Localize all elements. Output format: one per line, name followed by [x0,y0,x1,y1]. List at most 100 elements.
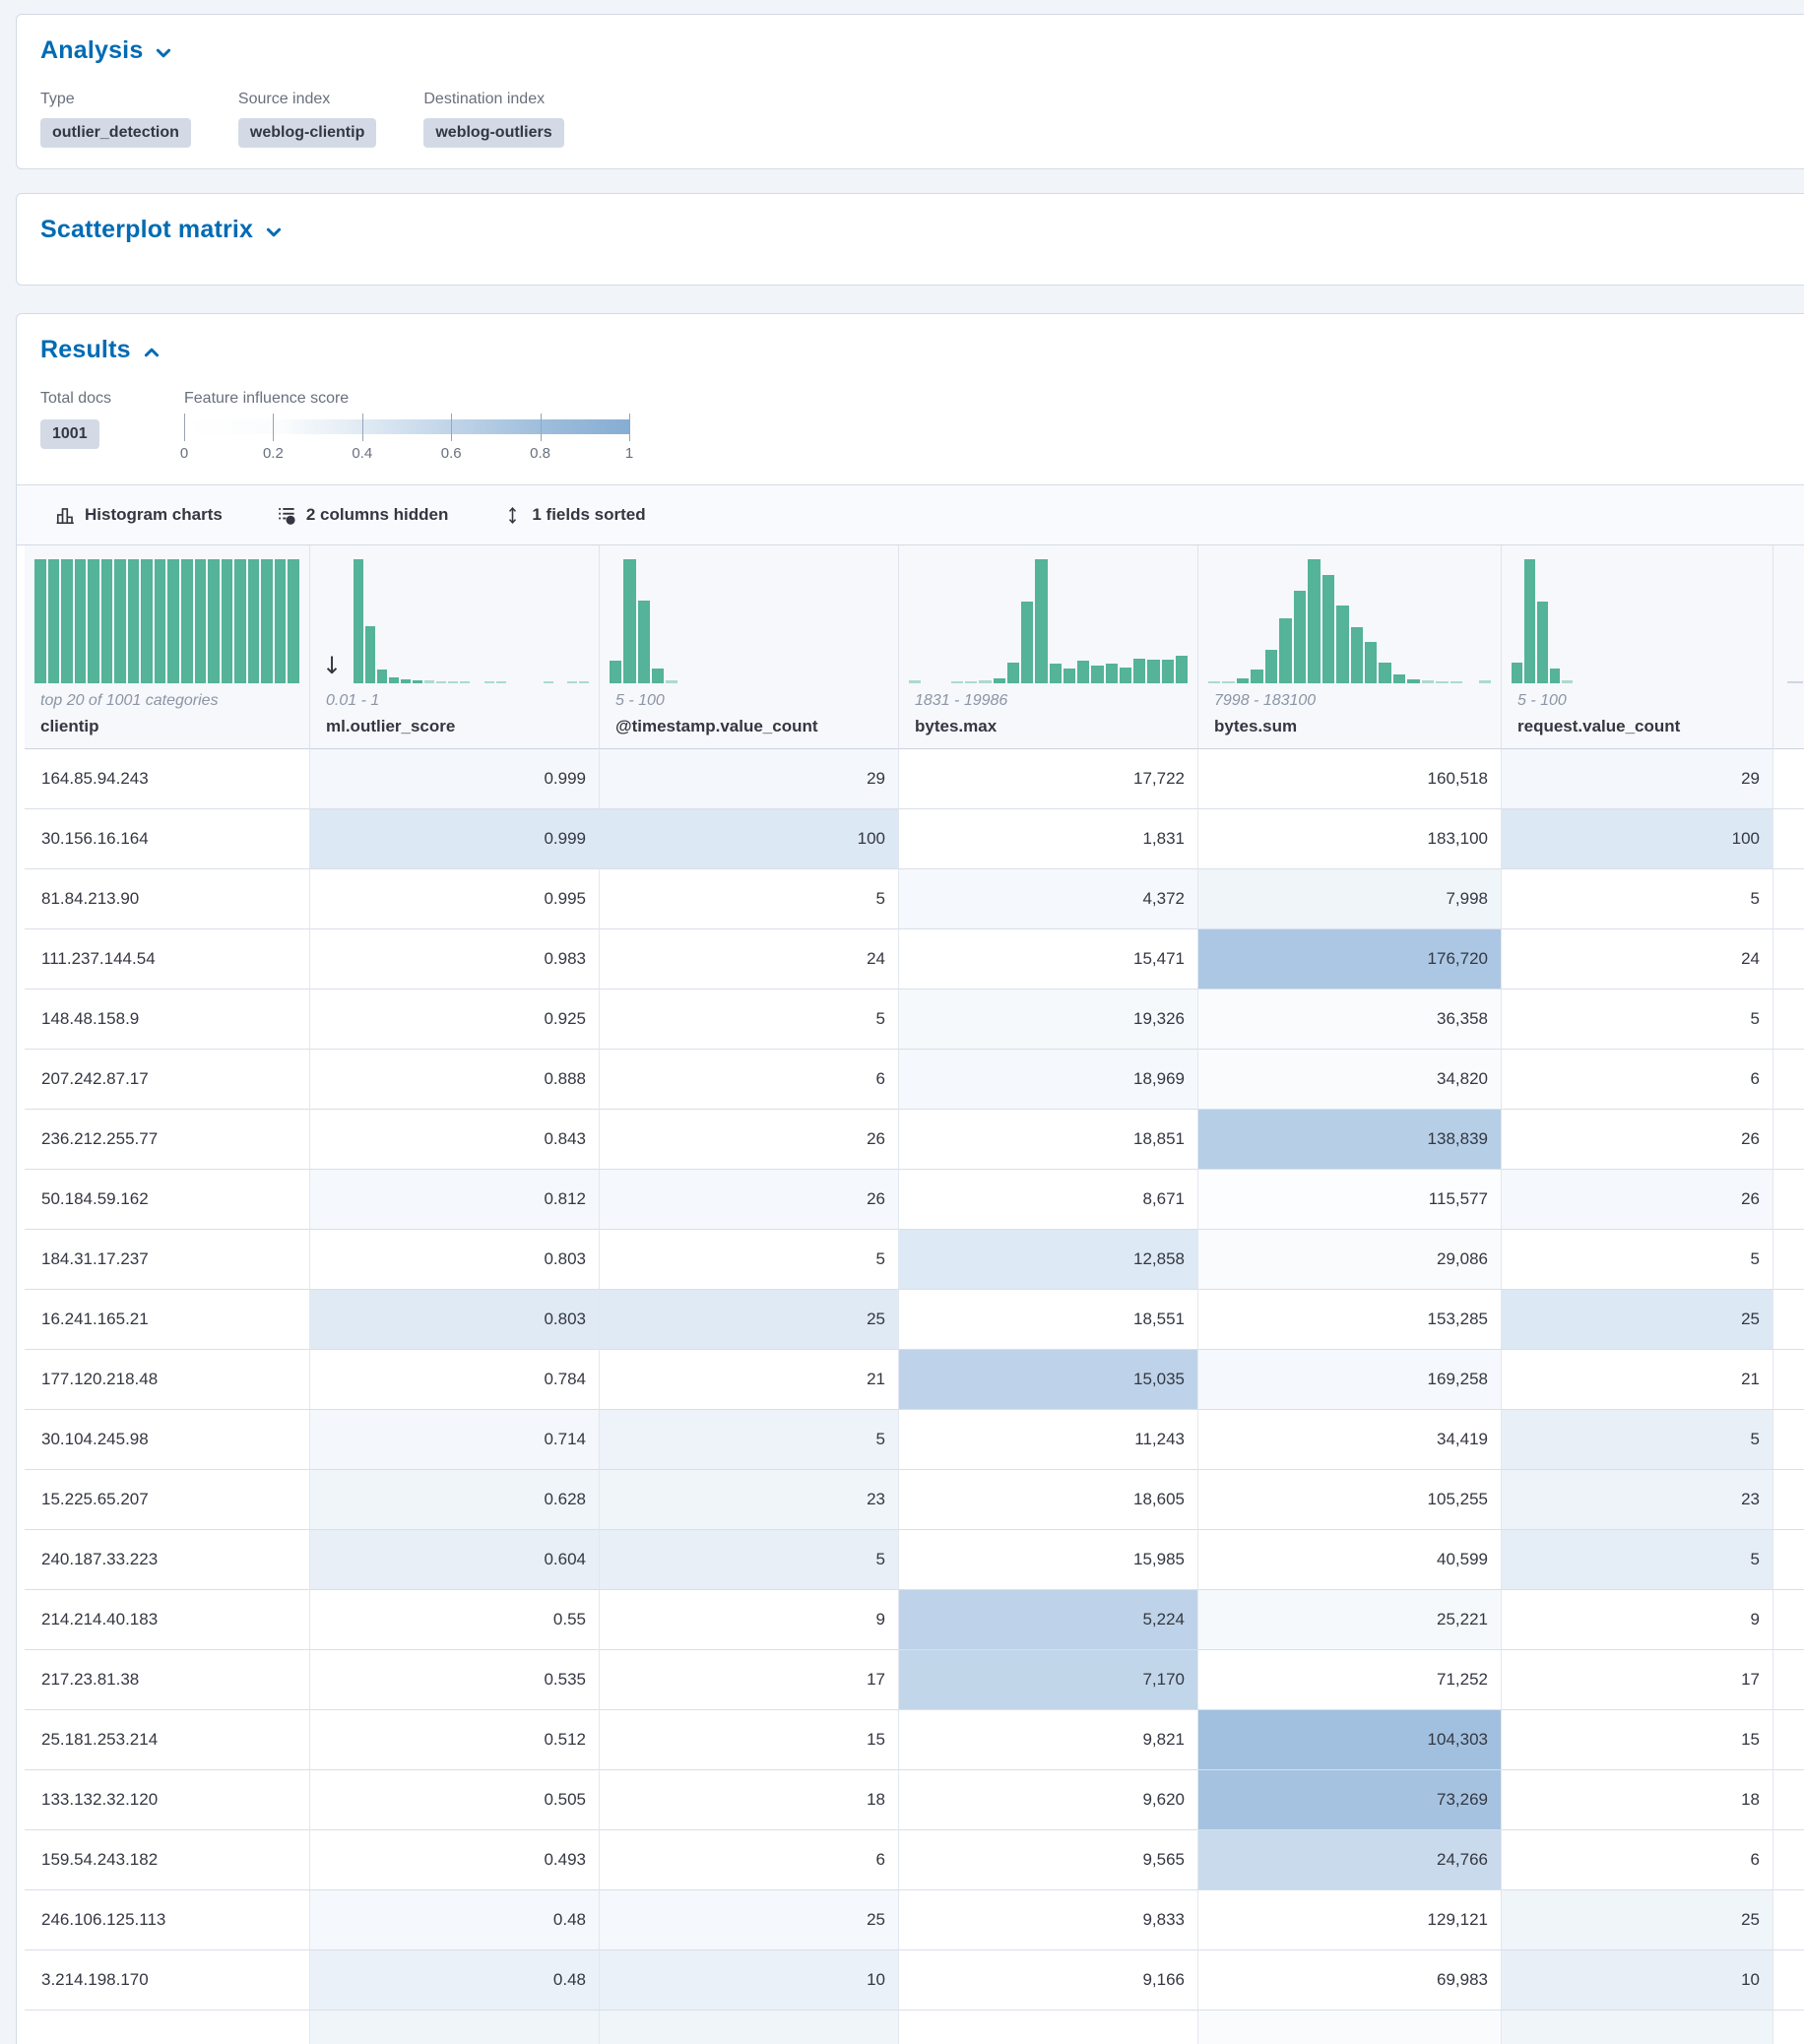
cell-request.value_count[interactable]: 6 [1502,1050,1773,1110]
cell-clientip[interactable]: 217.23.81.38 [25,1650,310,1710]
cell-bytes.max[interactable]: 19,326 [899,990,1198,1050]
cell-bytes.sum[interactable]: 73,269 [1198,1770,1502,1830]
cell-ml.outlier_score[interactable]: 0.983 [310,929,600,990]
cell-clientip[interactable]: 148.48.158.9 [25,990,310,1050]
cell-clientip[interactable]: 111.237.144.54 [25,929,310,990]
cell-bytes.max[interactable]: 8,671 [899,1170,1198,1230]
cell-@timestamp.value_count[interactable]: 25 [600,1890,899,1950]
cell-clientip[interactable]: 16.241.165.21 [25,1290,310,1350]
cell-clientip[interactable]: 30.156.16.164 [25,809,310,869]
cell-bytes.max[interactable]: 9,821 [899,1710,1198,1770]
fields-sorted-button[interactable]: 1 fields sorted [503,505,645,525]
results-accordion-toggle[interactable]: Results [40,336,1804,364]
cell-bytes.max[interactable]: 1,831 [899,809,1198,869]
cell-clientip[interactable]: 50.184.59.162 [25,1170,310,1230]
cell-bytes.max[interactable]: 11,243 [899,1410,1198,1470]
cell-bytes.max[interactable]: 9,620 [899,1770,1198,1830]
cell-bytes.sum[interactable]: 129,121 [1198,1890,1502,1950]
cell-clientip[interactable]: 207.242.87.17 [25,1050,310,1110]
cell-@timestamp.value_count[interactable]: 21 [600,1350,899,1410]
cell-bytes.max[interactable]: 18,605 [899,1470,1198,1530]
cell-bytes.sum[interactable]: 71,252 [1198,1650,1502,1710]
cell-request.value_count[interactable]: 9 [1502,1590,1773,1650]
cell-@timestamp.value_count[interactable]: 6 [600,1050,899,1110]
column-header-bytes.sum[interactable]: 7998 - 183100bytes.sum [1198,545,1502,749]
cell-request.value_count[interactable]: 25 [1502,1890,1773,1950]
cell-ml.outlier_score[interactable]: 0.843 [310,1110,600,1170]
cell-bytes.sum[interactable]: 169,258 [1198,1350,1502,1410]
cell-bytes.max[interactable]: 5,224 [899,1590,1198,1650]
cell-bytes.max[interactable]: 12,858 [899,1230,1198,1290]
cell-bytes.sum[interactable]: 7,998 [1198,869,1502,929]
cell-bytes.max[interactable]: 15,985 [899,1530,1198,1590]
cell-@timestamp.value_count[interactable]: 23 [600,1470,899,1530]
cell-request.value_count[interactable]: 5 [1502,1410,1773,1470]
cell-ml.outlier_score[interactable]: 0.535 [310,1650,600,1710]
cell-@timestamp.value_count[interactable]: 5 [600,990,899,1050]
cell-clientip[interactable]: 184.31.17.237 [25,1230,310,1290]
cell-request.value_count[interactable]: 26 [1502,1110,1773,1170]
cell-request.value_count[interactable]: 17 [1502,1650,1773,1710]
cell-@timestamp.value_count[interactable]: 5 [600,1410,899,1470]
cell-@timestamp.value_count[interactable]: 9 [600,1590,899,1650]
cell-ml.outlier_score[interactable]: 0.48 [310,1890,600,1950]
cell-bytes.sum[interactable]: 34,419 [1198,1410,1502,1470]
cell-request.value_count[interactable]: 5 [1502,990,1773,1050]
cell-bytes.max[interactable]: 7,170 [899,1650,1198,1710]
cell-bytes.max[interactable]: 15,035 [899,1350,1198,1410]
cell-ml.outlier_score[interactable]: 0.512 [310,1710,600,1770]
cell-@timestamp.value_count[interactable]: 5 [600,1230,899,1290]
cell-bytes.sum[interactable]: 24,766 [1198,1830,1502,1890]
cell-clientip[interactable]: 30.104.245.98 [25,1410,310,1470]
cell-request.value_count[interactable]: 15 [1502,1710,1773,1770]
cell-bytes.max[interactable]: 4,372 [899,869,1198,929]
cell-request.value_count[interactable]: 24 [1502,929,1773,990]
cell-clientip[interactable]: 133.132.32.120 [25,1770,310,1830]
cell-@timestamp.value_count[interactable]: 29 [600,749,899,809]
cell-@timestamp.value_count[interactable]: 5 [600,1530,899,1590]
cell-clientip[interactable]: 15.225.65.207 [25,1470,310,1530]
cell-bytes.max[interactable]: 18,551 [899,1290,1198,1350]
cell-ml.outlier_score[interactable]: 0.803 [310,1290,600,1350]
cell-request.value_count[interactable]: 29 [1502,749,1773,809]
cell-request.value_count[interactable]: 26 [1502,1170,1773,1230]
cell-request.value_count[interactable]: 6 [1502,1830,1773,1890]
cell-ml.outlier_score[interactable]: 0.803 [310,1230,600,1290]
cell-ml.outlier_score[interactable]: 0.999 [310,809,600,869]
cell-ml.outlier_score[interactable]: 0.888 [310,1050,600,1110]
cell-ml.outlier_score[interactable]: 0.925 [310,990,600,1050]
cell-request.value_count[interactable]: 100 [1502,809,1773,869]
histogram-charts-button[interactable]: Histogram charts [56,505,223,525]
cell-bytes.max[interactable]: 15,471 [899,929,1198,990]
cell-clientip[interactable] [25,2011,310,2044]
cell-ml.outlier_score[interactable] [310,2011,600,2044]
column-header-request.value_count[interactable]: 5 - 100request.value_count [1502,545,1773,749]
cell-request.value_count[interactable]: 23 [1502,1470,1773,1530]
cell-bytes.sum[interactable]: 105,255 [1198,1470,1502,1530]
cell-@timestamp.value_count[interactable]: 5 [600,869,899,929]
cell-bytes.max[interactable] [899,2011,1198,2044]
cell-bytes.sum[interactable] [1198,2011,1502,2044]
cell-bytes.max[interactable]: 17,722 [899,749,1198,809]
scatterplot-accordion-toggle[interactable]: Scatterplot matrix [40,216,1804,244]
cell-ml.outlier_score[interactable]: 0.628 [310,1470,600,1530]
cell-@timestamp.value_count[interactable]: 15 [600,1710,899,1770]
cell-bytes.max[interactable]: 9,565 [899,1830,1198,1890]
cell-bytes.sum[interactable]: 104,303 [1198,1710,1502,1770]
cell-clientip[interactable]: 81.84.213.90 [25,869,310,929]
cell-bytes.sum[interactable]: 36,358 [1198,990,1502,1050]
cell-@timestamp.value_count[interactable]: 25 [600,1290,899,1350]
cell-@timestamp.value_count[interactable]: 100 [600,809,899,869]
cell-clientip[interactable]: 3.214.198.170 [25,1950,310,2011]
cell-ml.outlier_score[interactable]: 0.505 [310,1770,600,1830]
cell-bytes.sum[interactable]: 34,820 [1198,1050,1502,1110]
cell-ml.outlier_score[interactable]: 0.995 [310,869,600,929]
cell-bytes.sum[interactable]: 40,599 [1198,1530,1502,1590]
cell-ml.outlier_score[interactable]: 0.604 [310,1530,600,1590]
cell-request.value_count[interactable]: 5 [1502,869,1773,929]
cell-bytes.max[interactable]: 9,833 [899,1890,1198,1950]
cell-request.value_count[interactable] [1502,2011,1773,2044]
cell-clientip[interactable]: 164.85.94.243 [25,749,310,809]
cell-ml.outlier_score[interactable]: 0.999 [310,749,600,809]
cell-bytes.sum[interactable]: 183,100 [1198,809,1502,869]
